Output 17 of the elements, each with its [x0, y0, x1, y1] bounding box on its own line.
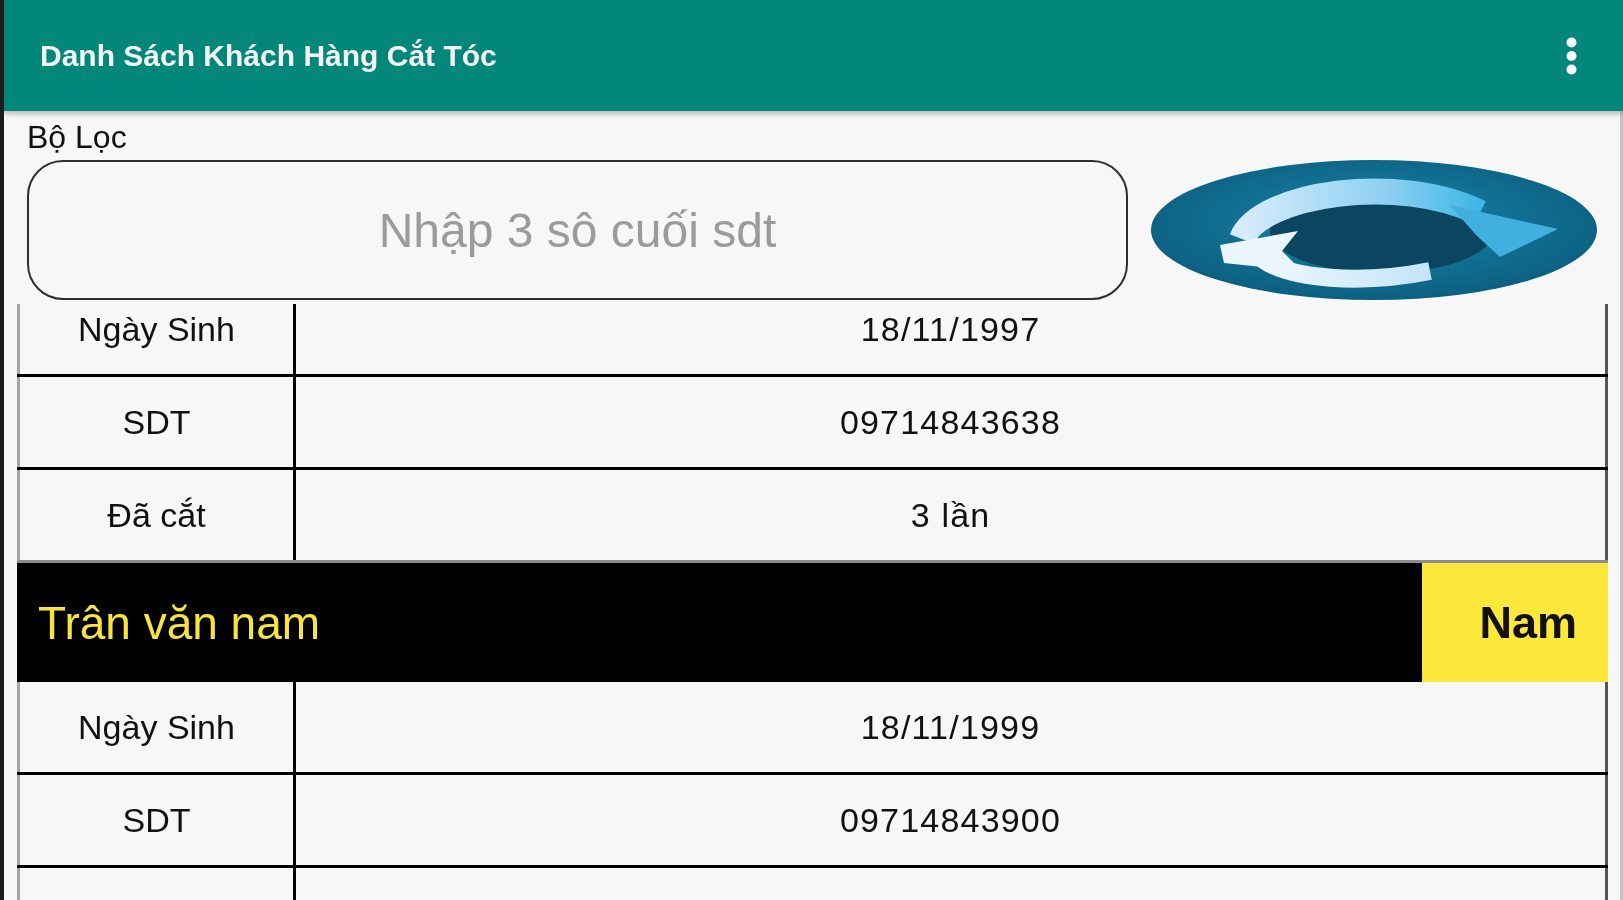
field-label-cell: Ngày Sinh	[17, 682, 296, 772]
field-value-cell: 09714843900	[296, 775, 1608, 865]
more-options-icon[interactable]	[1566, 36, 1577, 75]
field-label-cell: SDT	[17, 775, 296, 865]
field-label-cell: Đã cắt	[17, 470, 296, 560]
refresh-icon[interactable]	[1150, 159, 1598, 301]
gender-tag: Nam	[1422, 563, 1608, 682]
filter-label: Bộ Lọc	[27, 119, 127, 155]
field-value-cell: 09714843638	[296, 377, 1608, 467]
customer-name: Trân văn nam	[37, 595, 322, 650]
field-value-cell: 18/11/1997	[296, 304, 1608, 374]
app-title: Danh Sách Khách Hàng Cắt Tóc	[40, 38, 497, 73]
phone-filter-field[interactable]: Nhập 3 sô cuối sdt	[27, 160, 1128, 300]
field-value-cell: 18/11/1999	[296, 682, 1608, 772]
field-label-cell: SDT	[17, 377, 296, 467]
field-value-cell: 3 lần	[296, 470, 1608, 560]
field-label-cell: Ngày Sinh	[17, 304, 296, 374]
